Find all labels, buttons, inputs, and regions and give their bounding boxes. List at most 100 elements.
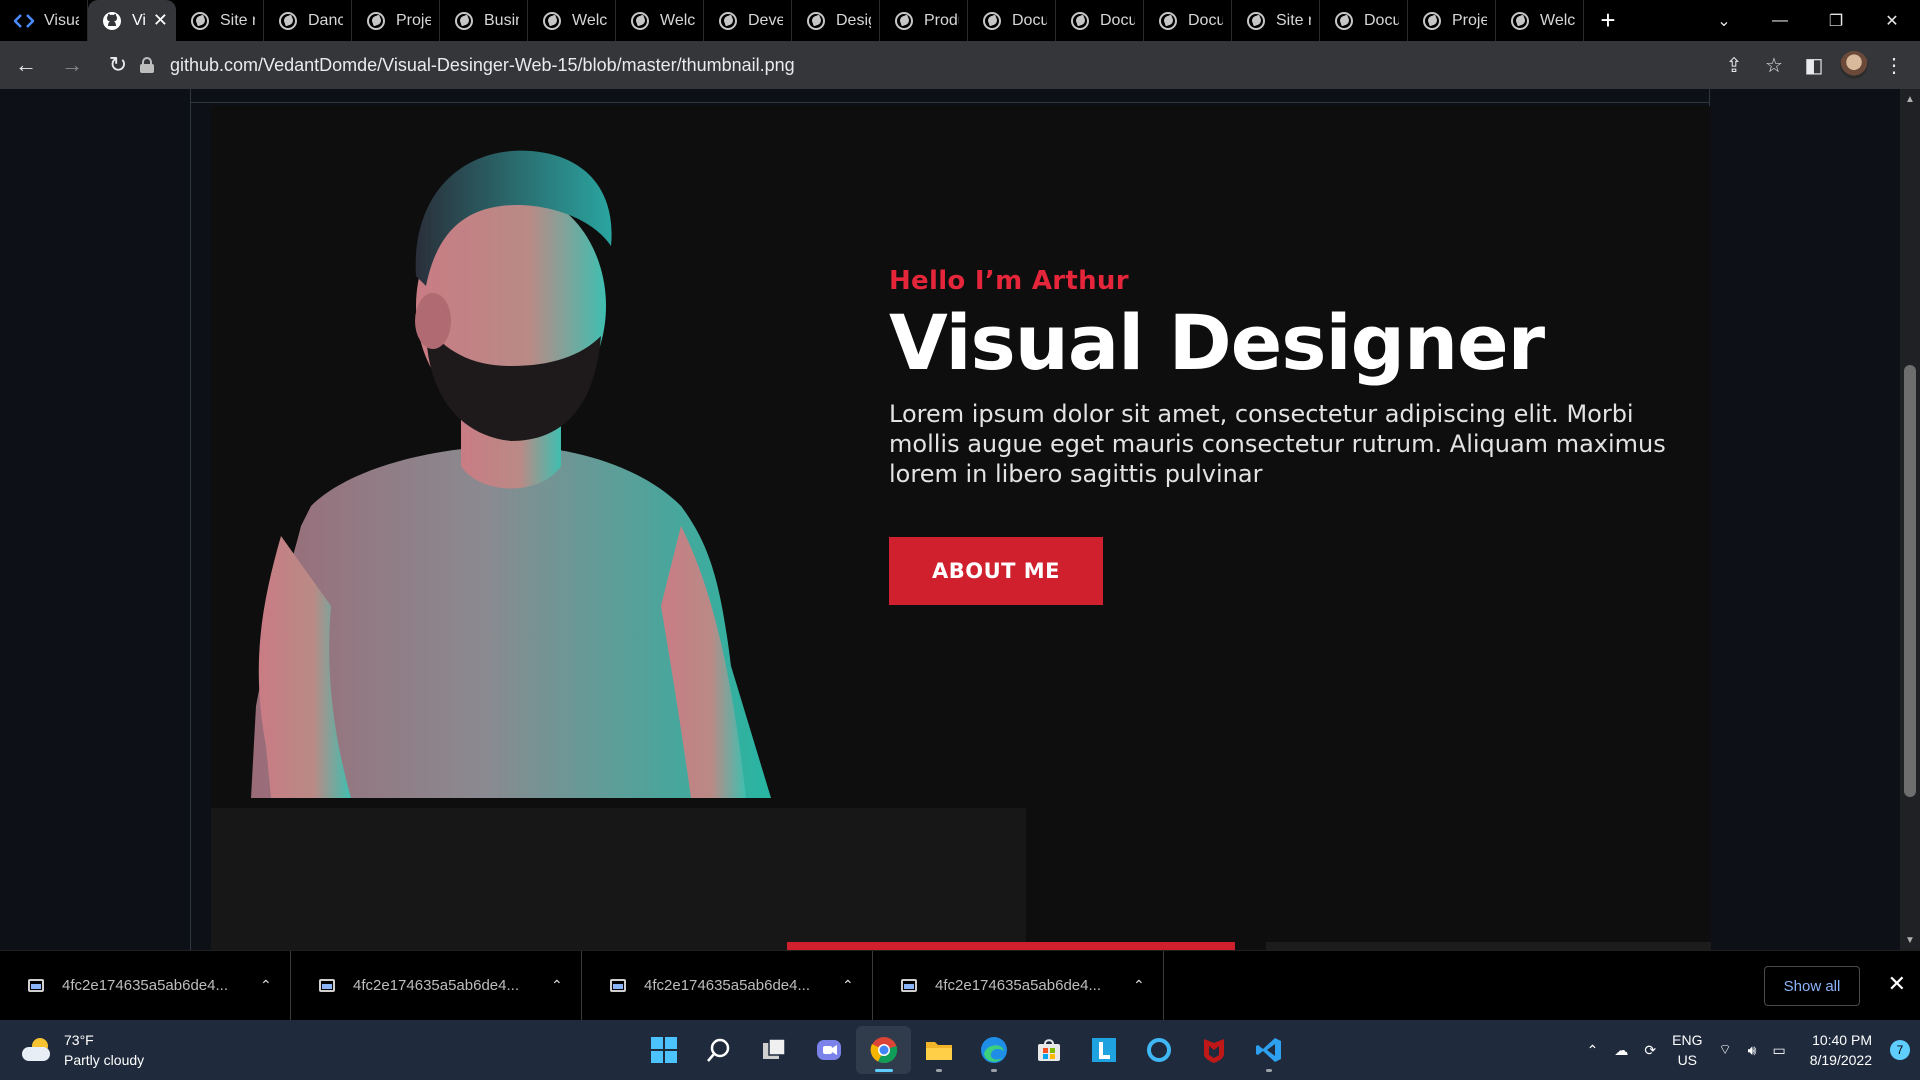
tab-welcome-1[interactable]: Welc xyxy=(528,0,616,41)
tab-github-active[interactable]: Vi ✕ xyxy=(88,0,176,41)
tab-label: Produ xyxy=(924,11,959,29)
back-button[interactable]: ← xyxy=(6,45,46,85)
kebab-menu-icon: ⋮ xyxy=(1884,54,1904,77)
chevron-up-icon[interactable]: ⌃ xyxy=(842,977,854,994)
scrollbar-thumb[interactable] xyxy=(1904,365,1916,797)
globe-icon xyxy=(718,11,738,31)
tab-design[interactable]: Desig xyxy=(792,0,880,41)
tab-site-map-2[interactable]: Site n xyxy=(1232,0,1320,41)
avatar xyxy=(1840,51,1868,79)
close-tab-icon[interactable]: ✕ xyxy=(153,10,168,31)
notification-badge[interactable]: 7 xyxy=(1890,1040,1910,1060)
globe-icon xyxy=(278,11,298,31)
tab-document-3[interactable]: Docu xyxy=(1144,0,1232,41)
sync-icon[interactable]: ⟳ xyxy=(1644,1042,1656,1059)
share-button[interactable]: ⇪ xyxy=(1714,45,1754,85)
download-filename: 4fc2e174635a5ab6de4... xyxy=(935,977,1101,994)
chevron-up-icon[interactable]: ⌃ xyxy=(260,977,272,994)
tab-developer[interactable]: Devel xyxy=(704,0,792,41)
restore-button[interactable]: ❐ xyxy=(1808,0,1864,41)
download-item[interactable]: 4fc2e174635a5ab6de4... ⌃ xyxy=(291,950,582,1021)
chevron-up-icon[interactable]: ⌃ xyxy=(551,977,563,994)
edge-button[interactable] xyxy=(966,1026,1021,1074)
tab-visual[interactable]: Visual xyxy=(0,0,88,41)
chrome-button[interactable] xyxy=(856,1026,911,1074)
clock-time: 10:40 PM xyxy=(1812,1032,1872,1048)
browser-tab-strip: Visual Vi ✕ Site n Danc Proje Busin Welc… xyxy=(0,0,1920,41)
side-panel-button[interactable]: ◧ xyxy=(1794,45,1834,85)
search-button[interactable] xyxy=(691,1026,746,1074)
tab-label: Welc xyxy=(572,11,607,29)
edge-icon xyxy=(980,1037,1007,1063)
task-view-button[interactable] xyxy=(746,1026,801,1074)
tab-project[interactable]: Proje xyxy=(352,0,440,41)
store-button[interactable] xyxy=(1021,1026,1076,1074)
globe-icon xyxy=(982,11,1002,31)
menu-button[interactable]: ⋮ xyxy=(1874,45,1914,85)
scroll-up-icon[interactable]: ▲ xyxy=(1900,89,1920,109)
show-all-button[interactable]: Show all xyxy=(1764,966,1860,1006)
address-bar[interactable]: github.com/VedantDomde/Visual-Desinger-W… xyxy=(140,47,1730,83)
arrow-left-icon: ← xyxy=(15,52,37,77)
close-shelf-icon[interactable]: ✕ xyxy=(1888,971,1906,997)
tab-document-4[interactable]: Docu xyxy=(1320,0,1408,41)
weather-description: Partly cloudy xyxy=(64,1052,145,1068)
scroll-down-icon[interactable]: ▼ xyxy=(1900,930,1920,950)
image-file-icon xyxy=(899,978,919,994)
tab-document-2[interactable]: Docu xyxy=(1056,0,1144,41)
github-icon xyxy=(102,11,122,31)
clock-date: 8/19/2022 xyxy=(1809,1052,1872,1068)
tab-label: Danc xyxy=(308,11,343,29)
mcafee-button[interactable] xyxy=(1186,1026,1241,1074)
toolbar-actions: ⇪ ☆ ◧ ⋮ xyxy=(1714,45,1914,85)
download-item[interactable]: 4fc2e174635a5ab6de4... ⌃ xyxy=(873,950,1164,1021)
tab-welcome-2[interactable]: Welc xyxy=(616,0,704,41)
reload-button[interactable]: ↻ xyxy=(98,45,138,85)
greeting: Hello I’m Arthur xyxy=(889,266,1129,296)
about-me-button[interactable]: ABOUT ME xyxy=(889,537,1103,605)
volume-icon[interactable]: 🔊︎ xyxy=(1748,1042,1757,1059)
system-tray: ⌃ ☁ ⟳ ENG US ⌔ 🔊︎ ▭ 10:40 PM 8/19/2022 7 xyxy=(1579,1020,1910,1080)
weather-widget[interactable]: 73°F Partly cloudy xyxy=(22,1030,144,1070)
mcafee-icon xyxy=(1203,1039,1224,1063)
clock[interactable]: 10:40 PM 8/19/2022 xyxy=(1810,1030,1872,1070)
forward-button[interactable]: → xyxy=(52,45,92,85)
profile-button[interactable] xyxy=(1834,45,1874,85)
tab-search-button[interactable]: ⌄ xyxy=(1696,0,1752,41)
page-viewport: Hello I’m Arthur Visual Designer Lorem i… xyxy=(0,89,1900,950)
minimize-button[interactable]: — xyxy=(1752,0,1808,41)
start-icon xyxy=(650,1037,677,1063)
vscode-button[interactable] xyxy=(1241,1026,1296,1074)
battery-icon[interactable]: ▭ xyxy=(1772,1042,1785,1059)
globe-icon xyxy=(542,11,562,31)
tab-project-2[interactable]: Proje xyxy=(1408,0,1496,41)
tab-dance[interactable]: Danc xyxy=(264,0,352,41)
download-item[interactable]: 4fc2e174635a5ab6de4... ⌃ xyxy=(582,950,873,1021)
l-app-button[interactable] xyxy=(1076,1026,1131,1074)
image-file-icon xyxy=(317,978,337,994)
region-code: US xyxy=(1677,1052,1698,1068)
new-tab-button[interactable]: + xyxy=(1584,0,1632,41)
file-explorer-button[interactable] xyxy=(911,1026,966,1074)
tab-product[interactable]: Produ xyxy=(880,0,968,41)
share-icon: ⇪ xyxy=(1725,54,1743,77)
tab-welcome-3[interactable]: Welc xyxy=(1496,0,1584,41)
cortana-icon xyxy=(1146,1038,1171,1062)
start-button[interactable] xyxy=(636,1026,691,1074)
tab-business[interactable]: Busin xyxy=(440,0,528,41)
teams-chat-button[interactable] xyxy=(801,1026,856,1074)
vertical-scrollbar[interactable]: ▲ ▼ xyxy=(1900,89,1920,950)
chevron-up-icon[interactable]: ⌃ xyxy=(1133,977,1145,994)
arrow-right-icon: → xyxy=(61,52,83,77)
language-indicator[interactable]: ENG US xyxy=(1672,1030,1702,1070)
cortana-button[interactable] xyxy=(1131,1026,1186,1074)
tab-site-map[interactable]: Site n xyxy=(176,0,264,41)
onedrive-icon[interactable]: ☁ xyxy=(1614,1042,1628,1059)
tab-document-1[interactable]: Docu xyxy=(968,0,1056,41)
bookmark-button[interactable]: ☆ xyxy=(1754,45,1794,85)
show-hidden-icons-icon[interactable]: ⌃ xyxy=(1587,1042,1599,1059)
wifi-icon[interactable]: ⌔ xyxy=(1718,1041,1731,1059)
globe-icon xyxy=(630,11,650,31)
close-window-button[interactable]: ✕ xyxy=(1864,0,1920,41)
download-item[interactable]: 4fc2e174635a5ab6de4... ⌃ xyxy=(0,950,291,1021)
